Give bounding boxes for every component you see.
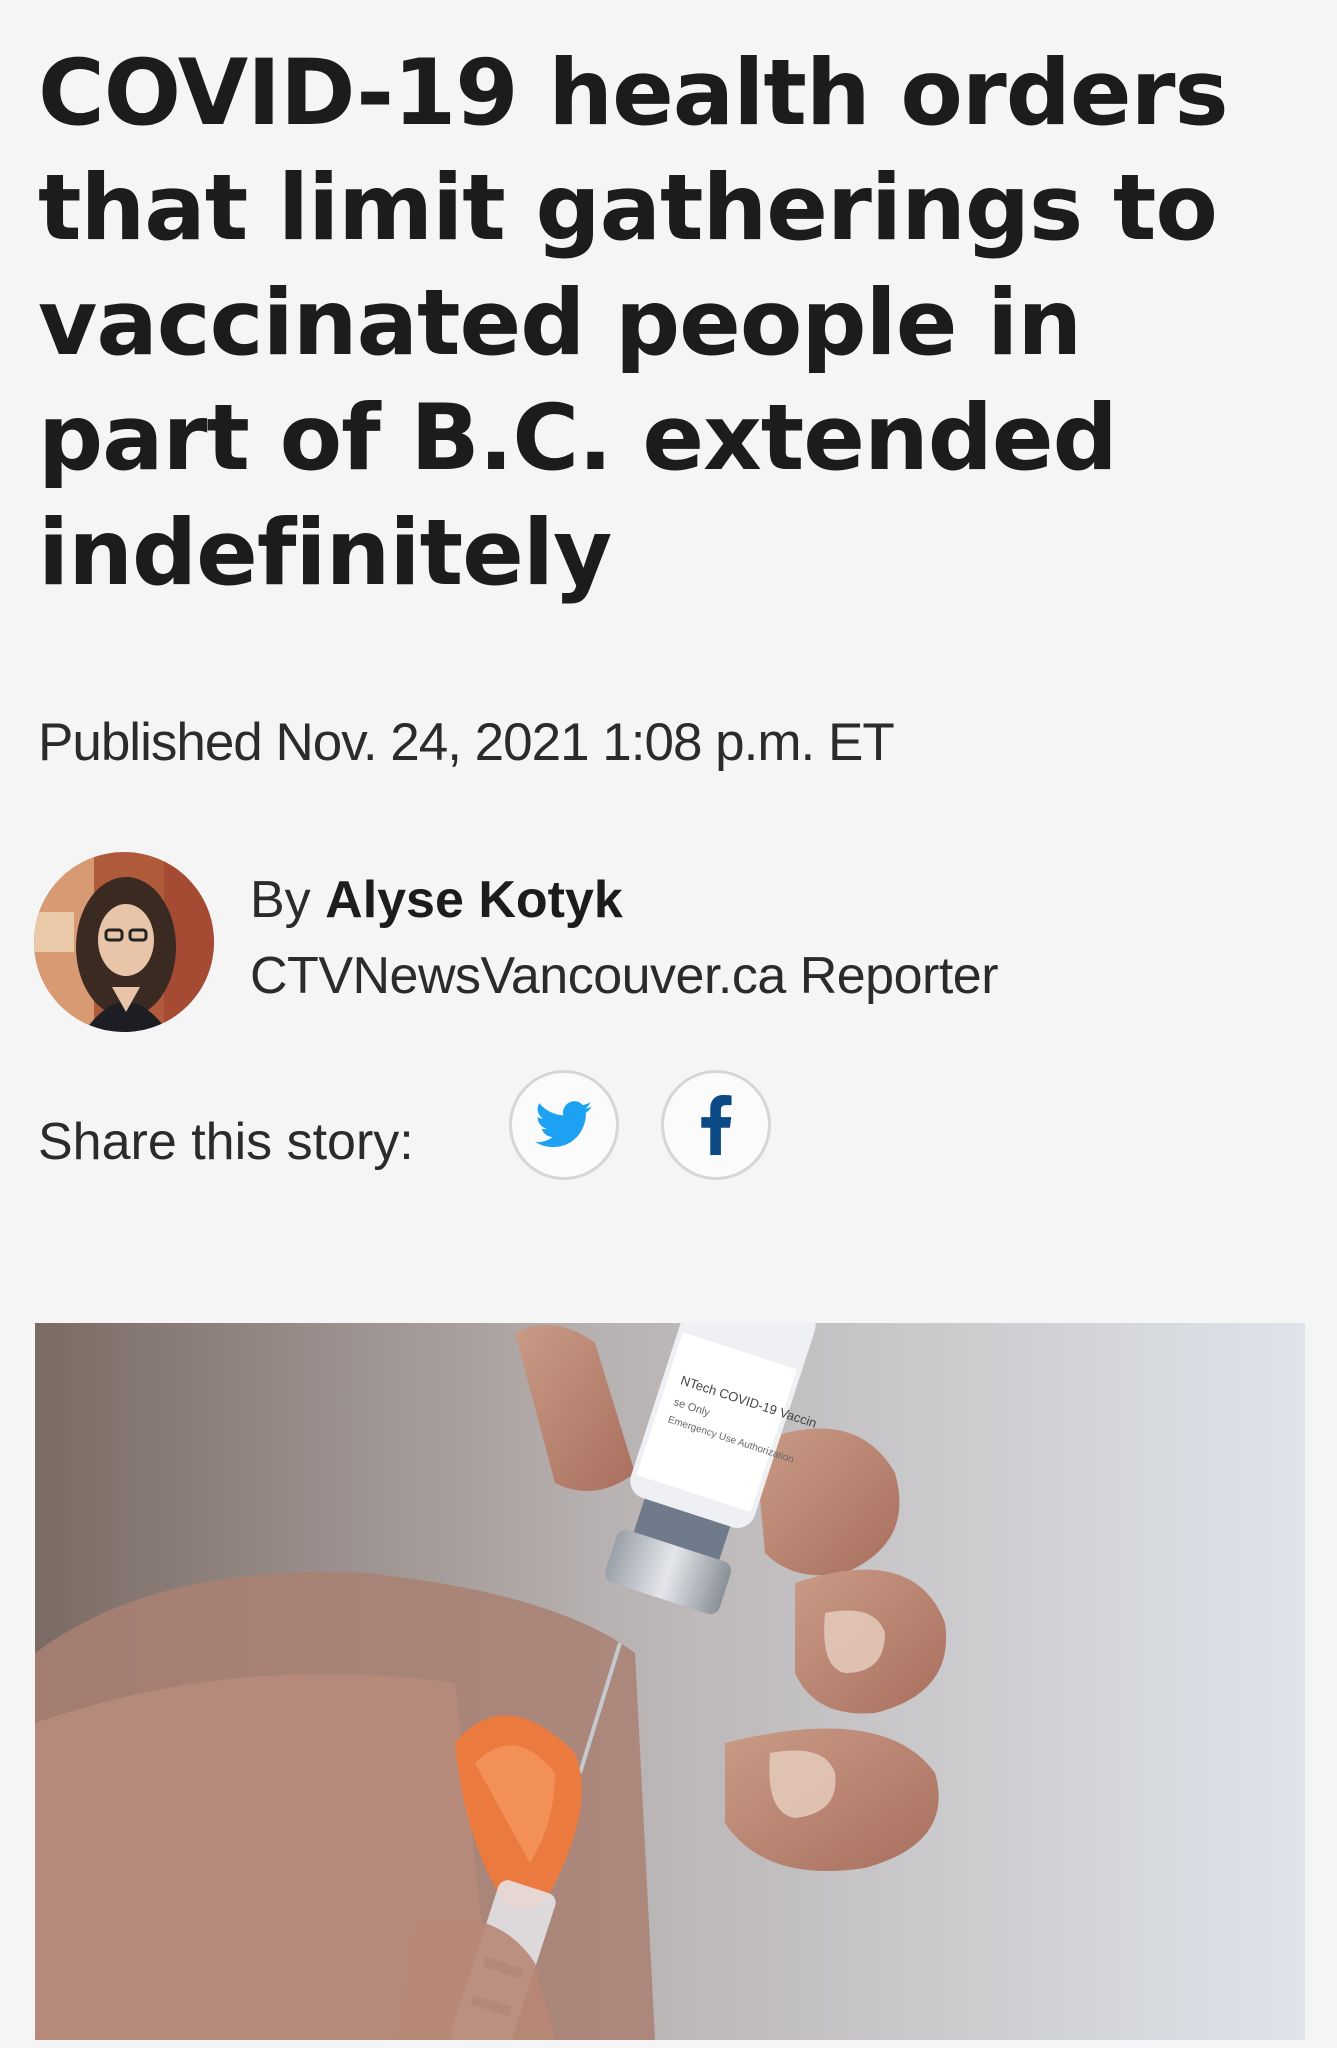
article-hero-image: NTech COVID-19 Vaccin se Only Emergency …: [35, 1323, 1305, 2040]
vaccine-syringe-photo: NTech COVID-19 Vaccin se Only Emergency …: [35, 1323, 1305, 2040]
author-byline: By Alyse Kotyk: [250, 870, 623, 930]
share-facebook-button[interactable]: [661, 1070, 771, 1180]
author-photo: [34, 852, 214, 1032]
author-avatar[interactable]: [34, 852, 214, 1032]
facebook-f-icon: [701, 1095, 732, 1155]
byline-prefix: By: [250, 871, 311, 929]
share-label: Share this story:: [38, 1113, 414, 1171]
article-headline: COVID-19 health orders that limit gather…: [38, 41, 1229, 606]
author-role: CTVNewsVancouver.ca Reporter: [250, 947, 999, 1005]
twitter-bird-icon: [535, 1101, 592, 1148]
published-timestamp: Published Nov. 24, 2021 1:08 p.m. ET: [38, 713, 895, 772]
share-twitter-button[interactable]: [509, 1070, 619, 1180]
author-name[interactable]: Alyse Kotyk: [325, 871, 623, 929]
